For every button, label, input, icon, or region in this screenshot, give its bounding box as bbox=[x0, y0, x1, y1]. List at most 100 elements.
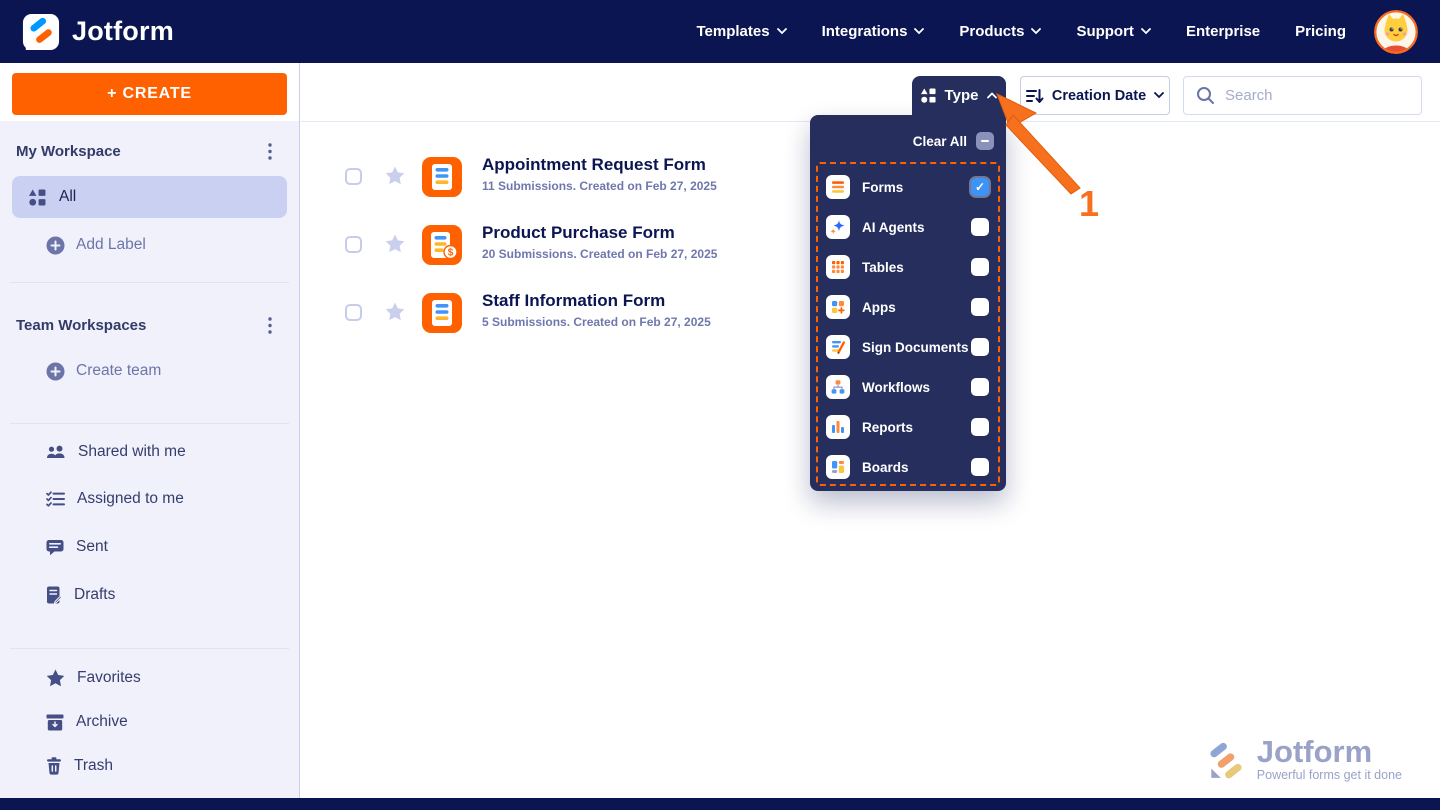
watermark-tagline: Powerful forms get it done bbox=[1257, 768, 1402, 782]
top-navbar: Jotform Templates Integrations Products … bbox=[0, 0, 1440, 63]
type-option-reports[interactable]: Reports bbox=[818, 407, 998, 447]
grid-shapes-icon bbox=[29, 189, 46, 206]
my-workspace-heading: My Workspace bbox=[16, 141, 121, 161]
reports-icon bbox=[826, 415, 850, 439]
type-option-tables[interactable]: Tables bbox=[818, 247, 998, 287]
checkbox[interactable] bbox=[971, 298, 989, 316]
sort-descending-icon bbox=[1026, 87, 1044, 105]
star-icon[interactable] bbox=[385, 166, 405, 185]
sort-button[interactable]: Creation Date bbox=[1020, 76, 1170, 115]
my-workspace-kebab-icon[interactable] bbox=[263, 142, 277, 160]
type-filter-label: Type bbox=[945, 87, 979, 104]
nav-item-products[interactable]: Products bbox=[959, 23, 1041, 40]
team-workspaces-kebab-icon[interactable] bbox=[263, 316, 277, 334]
form-row-text[interactable]: Product Purchase Form 20 Submissions. Cr… bbox=[482, 223, 717, 261]
sidebar-divider bbox=[10, 282, 289, 283]
sidebar-item-all[interactable]: All bbox=[12, 176, 287, 218]
add-label-button[interactable]: Add Label bbox=[46, 232, 146, 258]
star-icon[interactable] bbox=[385, 234, 405, 253]
workflows-icon bbox=[826, 375, 850, 399]
sidebar-item-favorites[interactable]: Favorites bbox=[46, 665, 141, 691]
chevron-down-icon bbox=[1031, 28, 1041, 35]
watermark-text: Jotform Powerful forms get it done bbox=[1257, 736, 1402, 782]
form-row-text[interactable]: Appointment Request Form 11 Submissions.… bbox=[482, 155, 717, 193]
jotform-logo-icon bbox=[22, 13, 60, 51]
create-button[interactable]: + CREATE bbox=[12, 73, 287, 115]
indeterminate-checkbox[interactable] bbox=[976, 132, 994, 150]
form-icon[interactable] bbox=[422, 293, 462, 333]
tables-icon bbox=[826, 255, 850, 279]
type-option-forms[interactable]: Forms bbox=[818, 167, 998, 207]
clear-all-button[interactable]: Clear All bbox=[913, 132, 994, 150]
sidebar-item-label: All bbox=[59, 188, 76, 206]
plus-circle-icon bbox=[46, 236, 65, 255]
form-icon[interactable] bbox=[422, 157, 462, 197]
type-options-box: Forms AI Agents Tables bbox=[816, 162, 1000, 486]
sidebar-item-assigned-to-me[interactable]: Assigned to me bbox=[46, 486, 184, 512]
jotform-logo[interactable]: Jotform bbox=[22, 13, 174, 51]
form-title[interactable]: Appointment Request Form bbox=[482, 155, 717, 175]
checkbox[interactable] bbox=[971, 258, 989, 276]
ai-agents-icon bbox=[826, 215, 850, 239]
nav-item-support[interactable]: Support bbox=[1076, 23, 1151, 40]
apps-icon bbox=[826, 295, 850, 319]
form-row-text[interactable]: Staff Information Form 5 Submissions. Cr… bbox=[482, 291, 711, 329]
checkbox[interactable] bbox=[971, 418, 989, 436]
nav-item-templates[interactable]: Templates bbox=[696, 23, 786, 40]
chevron-down-icon bbox=[1141, 28, 1151, 35]
boards-icon bbox=[826, 455, 850, 479]
checkbox[interactable] bbox=[971, 458, 989, 476]
footer-bar bbox=[0, 798, 1440, 810]
create-team-button[interactable]: Create team bbox=[46, 358, 161, 384]
type-filter-dropdown: Clear All Forms AI Agents bbox=[810, 115, 1006, 491]
checkbox[interactable] bbox=[971, 338, 989, 356]
watermark-brand: Jotform bbox=[1257, 736, 1402, 767]
nav-item-integrations[interactable]: Integrations bbox=[822, 23, 925, 40]
type-option-apps[interactable]: Apps bbox=[818, 287, 998, 327]
sidebar-divider bbox=[10, 648, 289, 649]
sidebar-item-drafts[interactable]: Drafts bbox=[46, 582, 115, 608]
draft-icon bbox=[46, 586, 62, 604]
chevron-down-icon bbox=[914, 28, 924, 35]
form-title[interactable]: Staff Information Form bbox=[482, 291, 711, 311]
chevron-up-icon bbox=[987, 92, 997, 99]
form-title[interactable]: Product Purchase Form bbox=[482, 223, 717, 243]
type-option-boards[interactable]: Boards bbox=[818, 447, 998, 487]
archive-icon bbox=[46, 714, 64, 731]
sidebar-item-shared-with-me[interactable]: Shared with me bbox=[46, 439, 186, 465]
trash-icon bbox=[46, 757, 62, 775]
chat-icon bbox=[46, 539, 64, 556]
sort-label: Creation Date bbox=[1052, 88, 1146, 104]
sidebar: + CREATE My Workspace All Add Label Team… bbox=[0, 63, 300, 798]
nav-item-pricing[interactable]: Pricing bbox=[1295, 23, 1346, 40]
star-icon[interactable] bbox=[385, 302, 405, 321]
sidebar-item-sent[interactable]: Sent bbox=[46, 534, 108, 560]
checkbox[interactable] bbox=[971, 178, 989, 196]
checkbox[interactable] bbox=[971, 218, 989, 236]
row-checkbox[interactable] bbox=[345, 304, 362, 321]
type-option-workflows[interactable]: Workflows bbox=[818, 367, 998, 407]
search-box[interactable] bbox=[1183, 76, 1422, 115]
dollar-badge: $ bbox=[448, 248, 454, 259]
checkbox[interactable] bbox=[971, 378, 989, 396]
form-meta: 11 Submissions. Created on Feb 27, 2025 bbox=[482, 179, 717, 193]
search-icon bbox=[1196, 86, 1215, 105]
form-meta: 20 Submissions. Created on Feb 27, 2025 bbox=[482, 247, 717, 261]
nav-menu: Templates Integrations Products Support … bbox=[696, 23, 1346, 40]
search-input[interactable] bbox=[1225, 87, 1409, 104]
type-filter-button[interactable]: Type bbox=[912, 76, 1006, 115]
checklist-icon bbox=[46, 491, 65, 507]
nav-item-enterprise[interactable]: Enterprise bbox=[1186, 23, 1260, 40]
grid-shapes-icon bbox=[921, 88, 936, 103]
type-option-sign-documents[interactable]: Sign Documents bbox=[818, 327, 998, 367]
sidebar-item-archive[interactable]: Archive bbox=[46, 709, 128, 735]
type-option-ai-agents[interactable]: AI Agents bbox=[818, 207, 998, 247]
sidebar-item-trash[interactable]: Trash bbox=[46, 753, 113, 779]
user-avatar[interactable] bbox=[1374, 10, 1418, 54]
avatar-cat-icon bbox=[1374, 10, 1418, 54]
people-icon bbox=[46, 444, 66, 460]
chevron-down-icon bbox=[777, 28, 787, 35]
payment-form-icon[interactable]: $ bbox=[422, 225, 462, 265]
row-checkbox[interactable] bbox=[345, 236, 362, 253]
row-checkbox[interactable] bbox=[345, 168, 362, 185]
